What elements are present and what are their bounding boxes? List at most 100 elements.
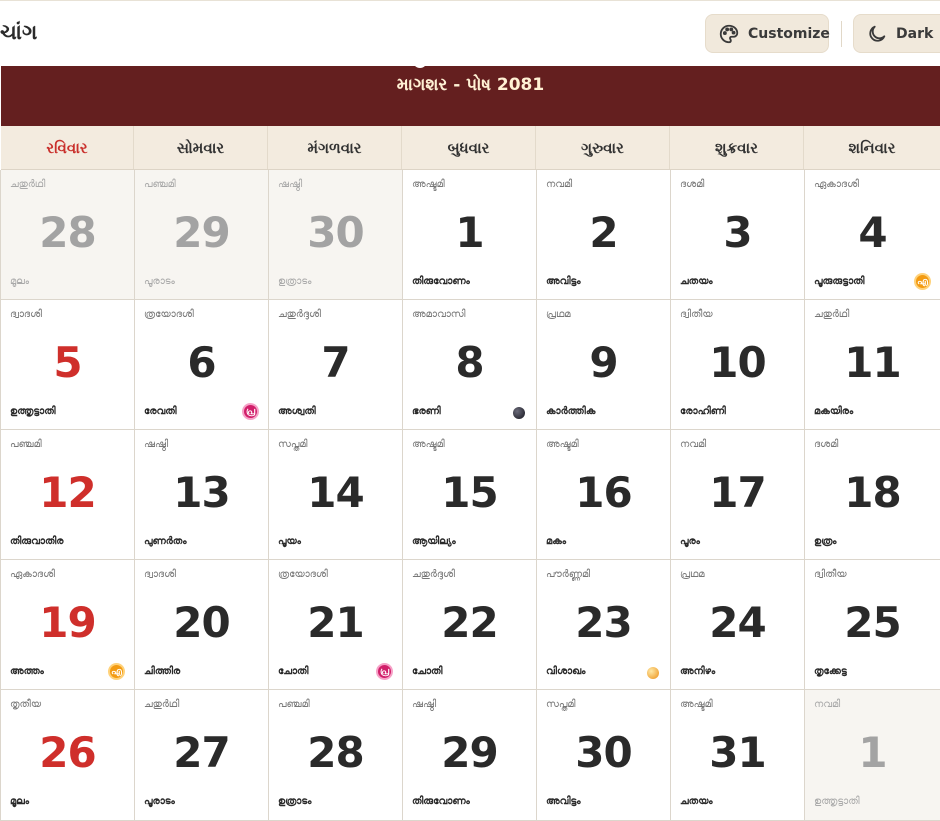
day-cell[interactable]: ത്രയോദശി 6 രേവതി പ്ര [135,300,269,430]
day-cell[interactable]: ഏകാദശി 4 പൂരുരുട്ടാതി എ [805,170,940,300]
day-cell[interactable]: ദ്വാദശി 5 ഉത്തൃട്ടാതി [1,300,135,430]
nakshatra-label: തിരുവോണം [412,276,470,287]
day-number: 9 [589,338,618,387]
tithi-label: ത്രയോദശി [278,569,328,580]
tithi-label: ചതുർഥി [814,309,850,320]
day-cell[interactable]: ത്രയോദശി 21 ചോതി പ്ര [269,560,403,690]
nakshatra-label: പൂരം [680,536,700,547]
tithi-label: ചതുർഥി [10,179,46,190]
tithi-label: നവമി [814,699,841,710]
day-cell[interactable]: ദശമി 18 ഉത്രം [805,430,940,560]
day-cell[interactable]: ഷഷ്ഠി 29 തിരുവോണം [403,690,537,821]
nakshatra-label: അവിട്ടം [546,276,581,287]
day-cell[interactable]: അഷ്ടമി 16 മകം [537,430,671,560]
nakshatra-label: ചോതി [278,666,309,677]
month-header: માગશર - પોષ 2081 [1,60,940,126]
day-number: 19 [39,598,96,647]
day-cell[interactable]: ചതുർദ്ദശി 7 അശ്വതി [269,300,403,430]
tithi-label: സപ്തമി [278,439,308,450]
dark-mode-label: Dark [896,25,934,42]
nakshatra-label: പൂരുരുട്ടാതി [814,276,865,287]
day-cell[interactable]: നവമി 2 അവിട്ടം [537,170,671,300]
day-cell[interactable]: നവമി 1 ഉത്തൃട്ടാതി [805,690,940,821]
day-cell[interactable]: പൗർണ്ണമി 23 വിശാഖം [537,560,671,690]
tithi-label: ദശമി [814,439,839,450]
day-cell[interactable]: അഷ്ടമി 31 ചതയം [671,690,805,821]
day-number: 17 [709,468,766,517]
day-number: 30 [575,728,632,777]
tithi-label: ചതുർദ്ദശി [278,309,321,320]
day-number: 16 [575,468,632,517]
day-number: 23 [575,598,632,647]
ekadashi-badge[interactable]: എ [108,663,125,680]
tithi-label: അഷ്ടമി [546,439,579,450]
day-cell[interactable]: തൃതീയ 26 മൂലം [1,690,135,821]
tithi-label: ഷഷ്ഠി [278,179,303,190]
day-cell[interactable]: പ്രഥമ 24 അനിഴം [671,560,805,690]
dark-mode-button[interactable]: Dark [853,14,940,53]
nakshatra-label: വിശാഖം [546,666,586,677]
tithi-label: പ്രഥമ [546,309,571,320]
nakshatra-label: രേവതി [144,406,177,417]
nakshatra-label: പൂരാടം [144,796,175,807]
day-cell[interactable]: അഷ്ടമി 1 തിരുവോണം [403,170,537,300]
nakshatra-label: മൂലം [10,796,30,807]
nakshatra-label: അത്തം [10,666,44,677]
day-cell[interactable]: സപ്തമി 30 അവിട്ടം [537,690,671,821]
tithi-label: അഷ്ടമി [412,179,445,190]
tithi-label: പഞ്ചമി [278,699,310,710]
tithi-label: ചതുർഥി [144,699,180,710]
day-number: 28 [307,728,364,777]
nakshatra-label: മകം [546,536,567,547]
day-cell[interactable]: ചതുർഥി 27 പൂരാടം [135,690,269,821]
tithi-label: ദ്വിതീയ [680,309,713,320]
tithi-label: അമാവാസി [412,309,466,320]
day-number: 20 [173,598,230,647]
nakshatra-label: തിരുവോണം [412,796,470,807]
day-cell[interactable]: ചതുർഥി 11 മകയിരം [805,300,940,430]
day-number: 1 [858,728,887,777]
day-number: 25 [844,598,901,647]
weekday-header-row: રવિવાર સોમવાર મંગળવાર બુધવાર ગુરુવાર શુક… [1,126,940,170]
tithi-label: സപ്തമി [546,699,576,710]
day-cell[interactable]: ദ്വിതീയ 10 രോഹിണി [671,300,805,430]
weekday-saturday: શનિવાર [848,138,896,157]
tithi-label: പഞ്ചമി [144,179,176,190]
app-title: ચાંગ [0,20,38,44]
pradosham-badge[interactable]: പ്ര [242,403,259,420]
tithi-label: ദ്വാദശി [10,309,42,320]
tithi-label: നവമി [546,179,573,190]
nakshatra-label: മകയിരം [814,406,854,417]
tithi-label: ത്രയോദശി [144,309,194,320]
day-cell[interactable]: അഷ്ടമി 15 ആയില്യം [403,430,537,560]
day-cell[interactable]: പഞ്ചമി 12 തിരുവാതിര [1,430,135,560]
day-cell[interactable]: പഞ്ചമി 29 പൂരാടം [135,170,269,300]
day-cell[interactable]: ദ്വാദശി 20 ചിത്തിര [135,560,269,690]
day-cell[interactable]: ഷഷ്ഠി 30 ഉത്രാടം [269,170,403,300]
calendar-grid: ചതുർഥി 28 മൂലം പഞ്ചമി 29 പൂരാടം ഷഷ്ഠി 30 ഉത്രാടം… [0,170,940,821]
day-cell[interactable]: അമാവാസി 8 ഭരണി [403,300,537,430]
weekday-wednesday: બુધવાર [402,126,536,169]
day-number: 6 [187,338,216,387]
customize-button[interactable]: Customize [705,14,830,53]
ekadashi-badge[interactable]: എ [914,273,931,290]
day-cell[interactable]: ഷഷ്ഠി 13 പുണർതം [135,430,269,560]
day-cell[interactable]: ദശമി 3 ചതയം [671,170,805,300]
day-cell[interactable]: ചതുർഥി 28 മൂലം [1,170,135,300]
nakshatra-label: കാർത്തിക [546,406,596,417]
day-cell[interactable]: പഞ്ചമി 28 ഉത്രാടം [269,690,403,821]
day-number: 24 [709,598,766,647]
nakshatra-label: മൂലം [10,276,30,287]
day-number: 7 [321,338,350,387]
toolbar-divider [841,21,842,47]
weekday-friday: શુક્રવાર [670,126,804,169]
nakshatra-label: പൂരാടം [144,276,175,287]
day-cell[interactable]: നവമി 17 പൂരം [671,430,805,560]
day-number: 28 [39,208,96,257]
day-cell[interactable]: ചതുർദ്ദശി 22 ചോതി [403,560,537,690]
pradosham-badge[interactable]: പ്ര [376,663,393,680]
day-cell[interactable]: ഏകാദശി 19 അത്തം എ [1,560,135,690]
day-cell[interactable]: പ്രഥമ 9 കാർത്തിക [537,300,671,430]
day-cell[interactable]: സപ്തമി 14 പൂയം [269,430,403,560]
day-cell[interactable]: ദ്വിതീയ 25 തൃക്കേട്ട [805,560,940,690]
